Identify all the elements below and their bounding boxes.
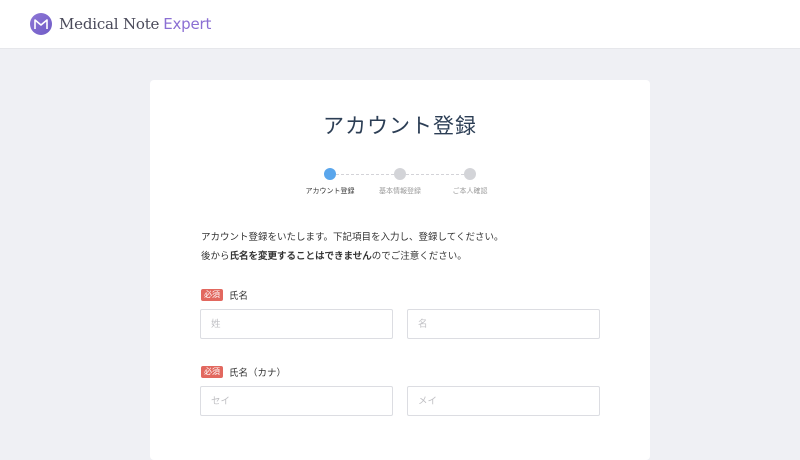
progress-steps: アカウント登録 基本情報登録 ご本人確認 [0, 166, 800, 206]
required-badge: 必須 [201, 289, 223, 301]
intro-line-2-pre: 後から [201, 251, 230, 262]
required-badge: 必須 [201, 366, 223, 378]
logo[interactable]: Medical Note Expert [30, 13, 211, 35]
intro-line-1: アカウント登録をいたします。下記項目を入力し、登録してください。 [201, 232, 504, 243]
step-connector [336, 174, 394, 175]
logo-text: Medical Note Expert [59, 15, 211, 33]
kana-label: 氏名（カナ） [229, 368, 287, 379]
step-2-dot [394, 168, 406, 180]
page-title: アカウント登録 [323, 114, 477, 138]
step-3-dot [464, 168, 476, 180]
intro-line-2-bold: 氏名を変更することはできません [229, 251, 372, 262]
step-connector [406, 174, 464, 175]
step-3-label: ご本人確認 [452, 187, 488, 195]
last-name-kana-input[interactable] [200, 386, 393, 416]
logo-text-accent: Expert [163, 15, 212, 33]
intro-text: アカウント登録をいたします。下記項目を入力し、登録してください。 後から氏名を変… [201, 228, 621, 266]
first-name-kana-input[interactable] [407, 386, 600, 416]
intro-line-2: 後から氏名を変更することはできませんのでご注意ください。 [201, 247, 621, 266]
name-field-label: 必須 氏名 [201, 288, 248, 302]
name-label: 氏名 [229, 291, 249, 302]
medical-note-logo-icon [30, 13, 52, 35]
intro-line-2-post: のでご注意ください。 [371, 251, 467, 262]
last-name-input[interactable] [200, 309, 393, 339]
first-name-input[interactable] [407, 309, 600, 339]
step-1-dot [324, 168, 336, 180]
logo-text-primary: Medical Note [59, 15, 160, 33]
kana-field-label: 必須 氏名（カナ） [201, 365, 286, 379]
top-bar: Medical Note Expert [0, 0, 800, 49]
